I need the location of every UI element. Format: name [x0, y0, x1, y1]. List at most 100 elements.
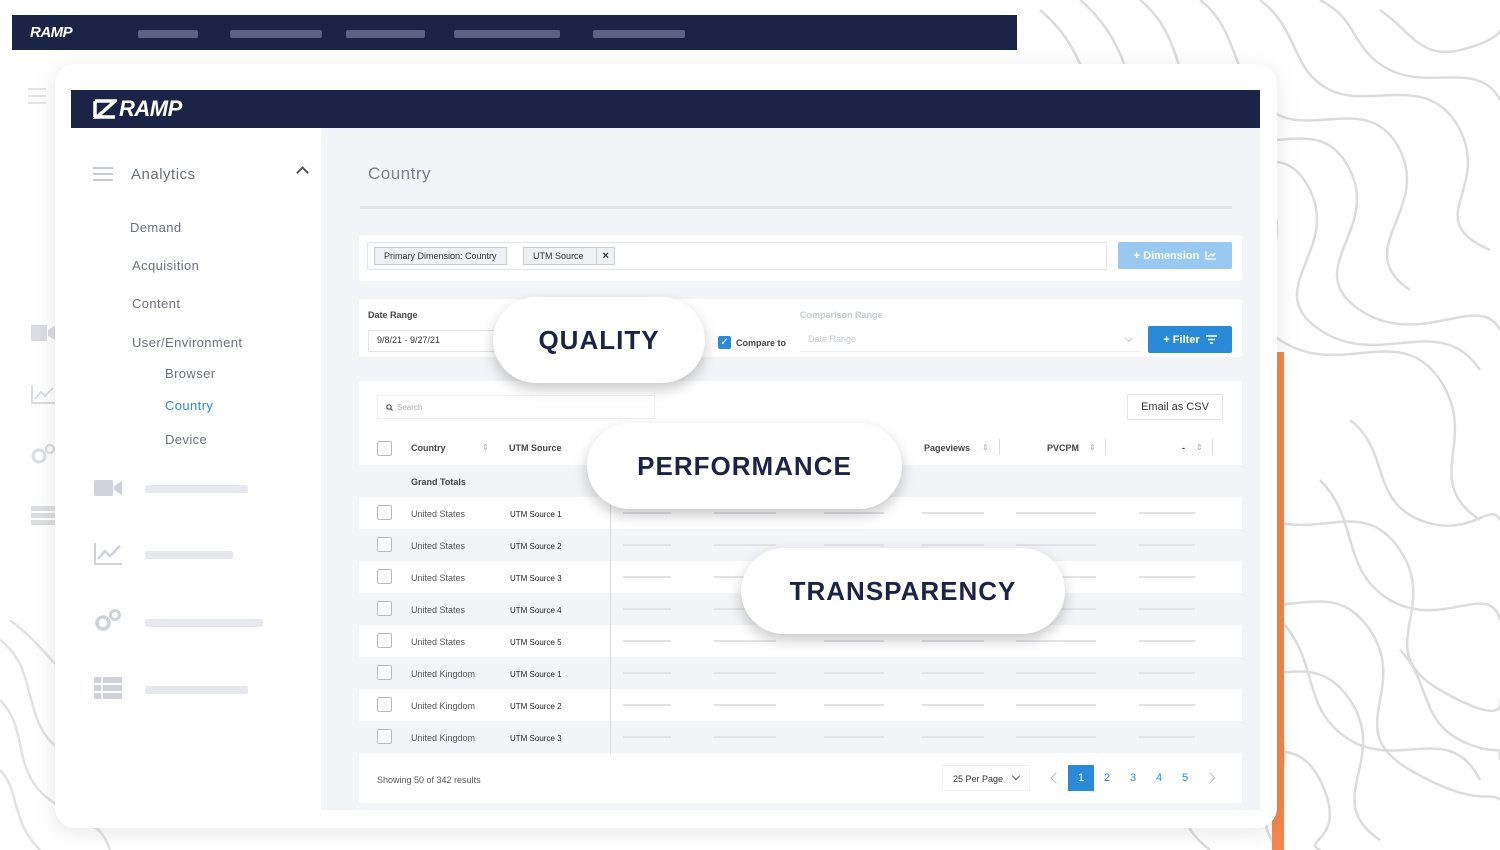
chevron-left-icon[interactable] [1050, 772, 1062, 784]
search-icon [386, 403, 393, 411]
dimension-input[interactable]: Primary Dimension: Country UTM Source × [367, 242, 1107, 270]
page-button[interactable]: 2 [1094, 765, 1120, 791]
select-all-checkbox[interactable] [377, 441, 392, 456]
table-row[interactable]: United Kingdom UTM Source 1 [359, 657, 1242, 689]
column-header-pvcpm[interactable]: PVCPM [1047, 443, 1079, 453]
column-header-country[interactable]: Country [411, 443, 446, 453]
quality-badge: QUALITY [493, 297, 705, 383]
filter-button[interactable]: + Filter [1148, 326, 1232, 353]
column-header-pageviews[interactable]: Pageviews [924, 443, 970, 453]
chip-label: UTM Source [533, 251, 584, 261]
cell-placeholder [824, 512, 884, 514]
sidebar-subitem-device[interactable]: Device [165, 432, 207, 447]
chevron-down-icon [1011, 771, 1021, 781]
chart-icon [1205, 251, 1217, 260]
cell-placeholder [1016, 640, 1096, 642]
cell-utm-source: UTM Source 3 [510, 734, 562, 743]
cell-placeholder [623, 640, 671, 642]
row-checkbox[interactable] [377, 569, 392, 584]
compare-checkbox[interactable]: ✓ [718, 336, 731, 349]
cell-utm-source: UTM Source 2 [510, 542, 562, 551]
filter-label: + Filter [1163, 333, 1200, 346]
chip-primary-dimension[interactable]: Primary Dimension: Country [374, 247, 507, 265]
cell-placeholder [1139, 672, 1195, 674]
cell-placeholder [714, 736, 776, 738]
email-csv-button[interactable]: Email as CSV [1127, 394, 1223, 420]
row-checkbox[interactable] [377, 633, 392, 648]
video-icon[interactable] [93, 476, 123, 500]
column-header-utm-source[interactable]: UTM Source [509, 443, 562, 453]
row-checkbox[interactable] [377, 729, 392, 744]
table-icon[interactable] [93, 676, 123, 700]
back-nav-placeholder [346, 30, 425, 38]
column-header-more[interactable]: - [1182, 443, 1185, 453]
gears-icon[interactable] [93, 608, 123, 632]
search-input[interactable]: Search [377, 395, 655, 419]
sidebar-placeholder-bar [145, 619, 263, 627]
cell-placeholder [623, 608, 671, 610]
cell-country: United States [411, 509, 466, 519]
cell-utm-source: UTM Source 1 [510, 510, 562, 519]
page-button[interactable]: 3 [1120, 765, 1146, 791]
per-page-select[interactable]: 25 Per Page [942, 765, 1030, 791]
chart-icon[interactable] [93, 542, 123, 566]
sort-icon[interactable]: ⇕ [1089, 443, 1096, 452]
back-chart-icon [31, 385, 55, 404]
chevron-right-icon[interactable] [1204, 772, 1216, 784]
sort-icon[interactable]: ⇕ [482, 443, 489, 452]
app-topbar: RAMP [71, 90, 1260, 128]
cell-placeholder [824, 640, 884, 642]
page-button[interactable]: 1 [1068, 765, 1094, 791]
cell-placeholder [1139, 512, 1195, 514]
page-button[interactable]: 5 [1172, 765, 1198, 791]
cell-placeholder [714, 640, 776, 642]
app-window: RAMP Analytics Demand Acquisition Conten… [55, 64, 1277, 828]
table-row[interactable]: United Kingdom UTM Source 2 [359, 689, 1242, 721]
close-icon[interactable]: × [595, 248, 614, 264]
cell-placeholder [922, 704, 984, 706]
sort-icon[interactable]: ⇕ [982, 443, 989, 452]
cell-placeholder [714, 512, 776, 514]
chip-label: Primary Dimension: Country [384, 251, 497, 261]
back-window-topbar: RAMP [12, 15, 1017, 50]
sidebar-item-user-environment[interactable]: User/Environment [132, 335, 242, 350]
comparison-range-label: Comparison Range [800, 310, 883, 320]
row-checkbox[interactable] [377, 505, 392, 520]
cell-utm-source: UTM Source 4 [510, 606, 562, 615]
sort-icon[interactable]: ⇕ [1196, 443, 1203, 452]
sidebar-item-demand[interactable]: Demand [130, 220, 182, 235]
transparency-badge: TRANSPARENCY [741, 548, 1065, 634]
cell-placeholder [1139, 608, 1195, 610]
per-page-value: 25 Per Page [953, 774, 1004, 784]
analytics-section-header[interactable]: Analytics [93, 162, 309, 186]
add-dimension-button[interactable]: + Dimension [1118, 242, 1232, 269]
sidebar-item-acquisition[interactable]: Acquisition [132, 258, 199, 273]
page-button[interactable]: 4 [1146, 765, 1172, 791]
cell-placeholder [922, 512, 984, 514]
ramp-logo[interactable]: RAMP [93, 96, 182, 122]
cell-placeholder [714, 704, 776, 706]
dimension-panel: Primary Dimension: Country UTM Source × … [359, 235, 1242, 281]
row-checkbox[interactable] [377, 665, 392, 680]
back-nav-placeholder [138, 30, 198, 38]
chip-utm-source[interactable]: UTM Source × [523, 247, 615, 265]
row-checkbox[interactable] [377, 601, 392, 616]
cell-utm-source: UTM Source 1 [510, 670, 562, 679]
cell-placeholder [1139, 704, 1195, 706]
comparison-range-placeholder: Date Range [808, 334, 857, 344]
sidebar-placeholder-bar [145, 686, 248, 694]
logo-text: RAMP [119, 96, 182, 121]
row-checkbox[interactable] [377, 537, 392, 552]
comparison-range-select[interactable]: Date Range [800, 330, 1140, 352]
sidebar-subitem-browser[interactable]: Browser [165, 366, 215, 381]
sidebar-item-content[interactable]: Content [132, 296, 180, 311]
sidebar-subitem-country[interactable]: Country [165, 398, 213, 413]
row-checkbox[interactable] [377, 697, 392, 712]
table-row[interactable]: United Kingdom UTM Source 3 [359, 721, 1242, 753]
column-separator [1212, 439, 1213, 455]
date-range-input[interactable]: 9/8/21 - 9/27/21 [368, 330, 498, 352]
sidebar-placeholder-bar [145, 485, 248, 493]
chevron-up-icon[interactable] [296, 166, 309, 179]
column-divider [610, 499, 611, 755]
column-separator [999, 439, 1000, 455]
